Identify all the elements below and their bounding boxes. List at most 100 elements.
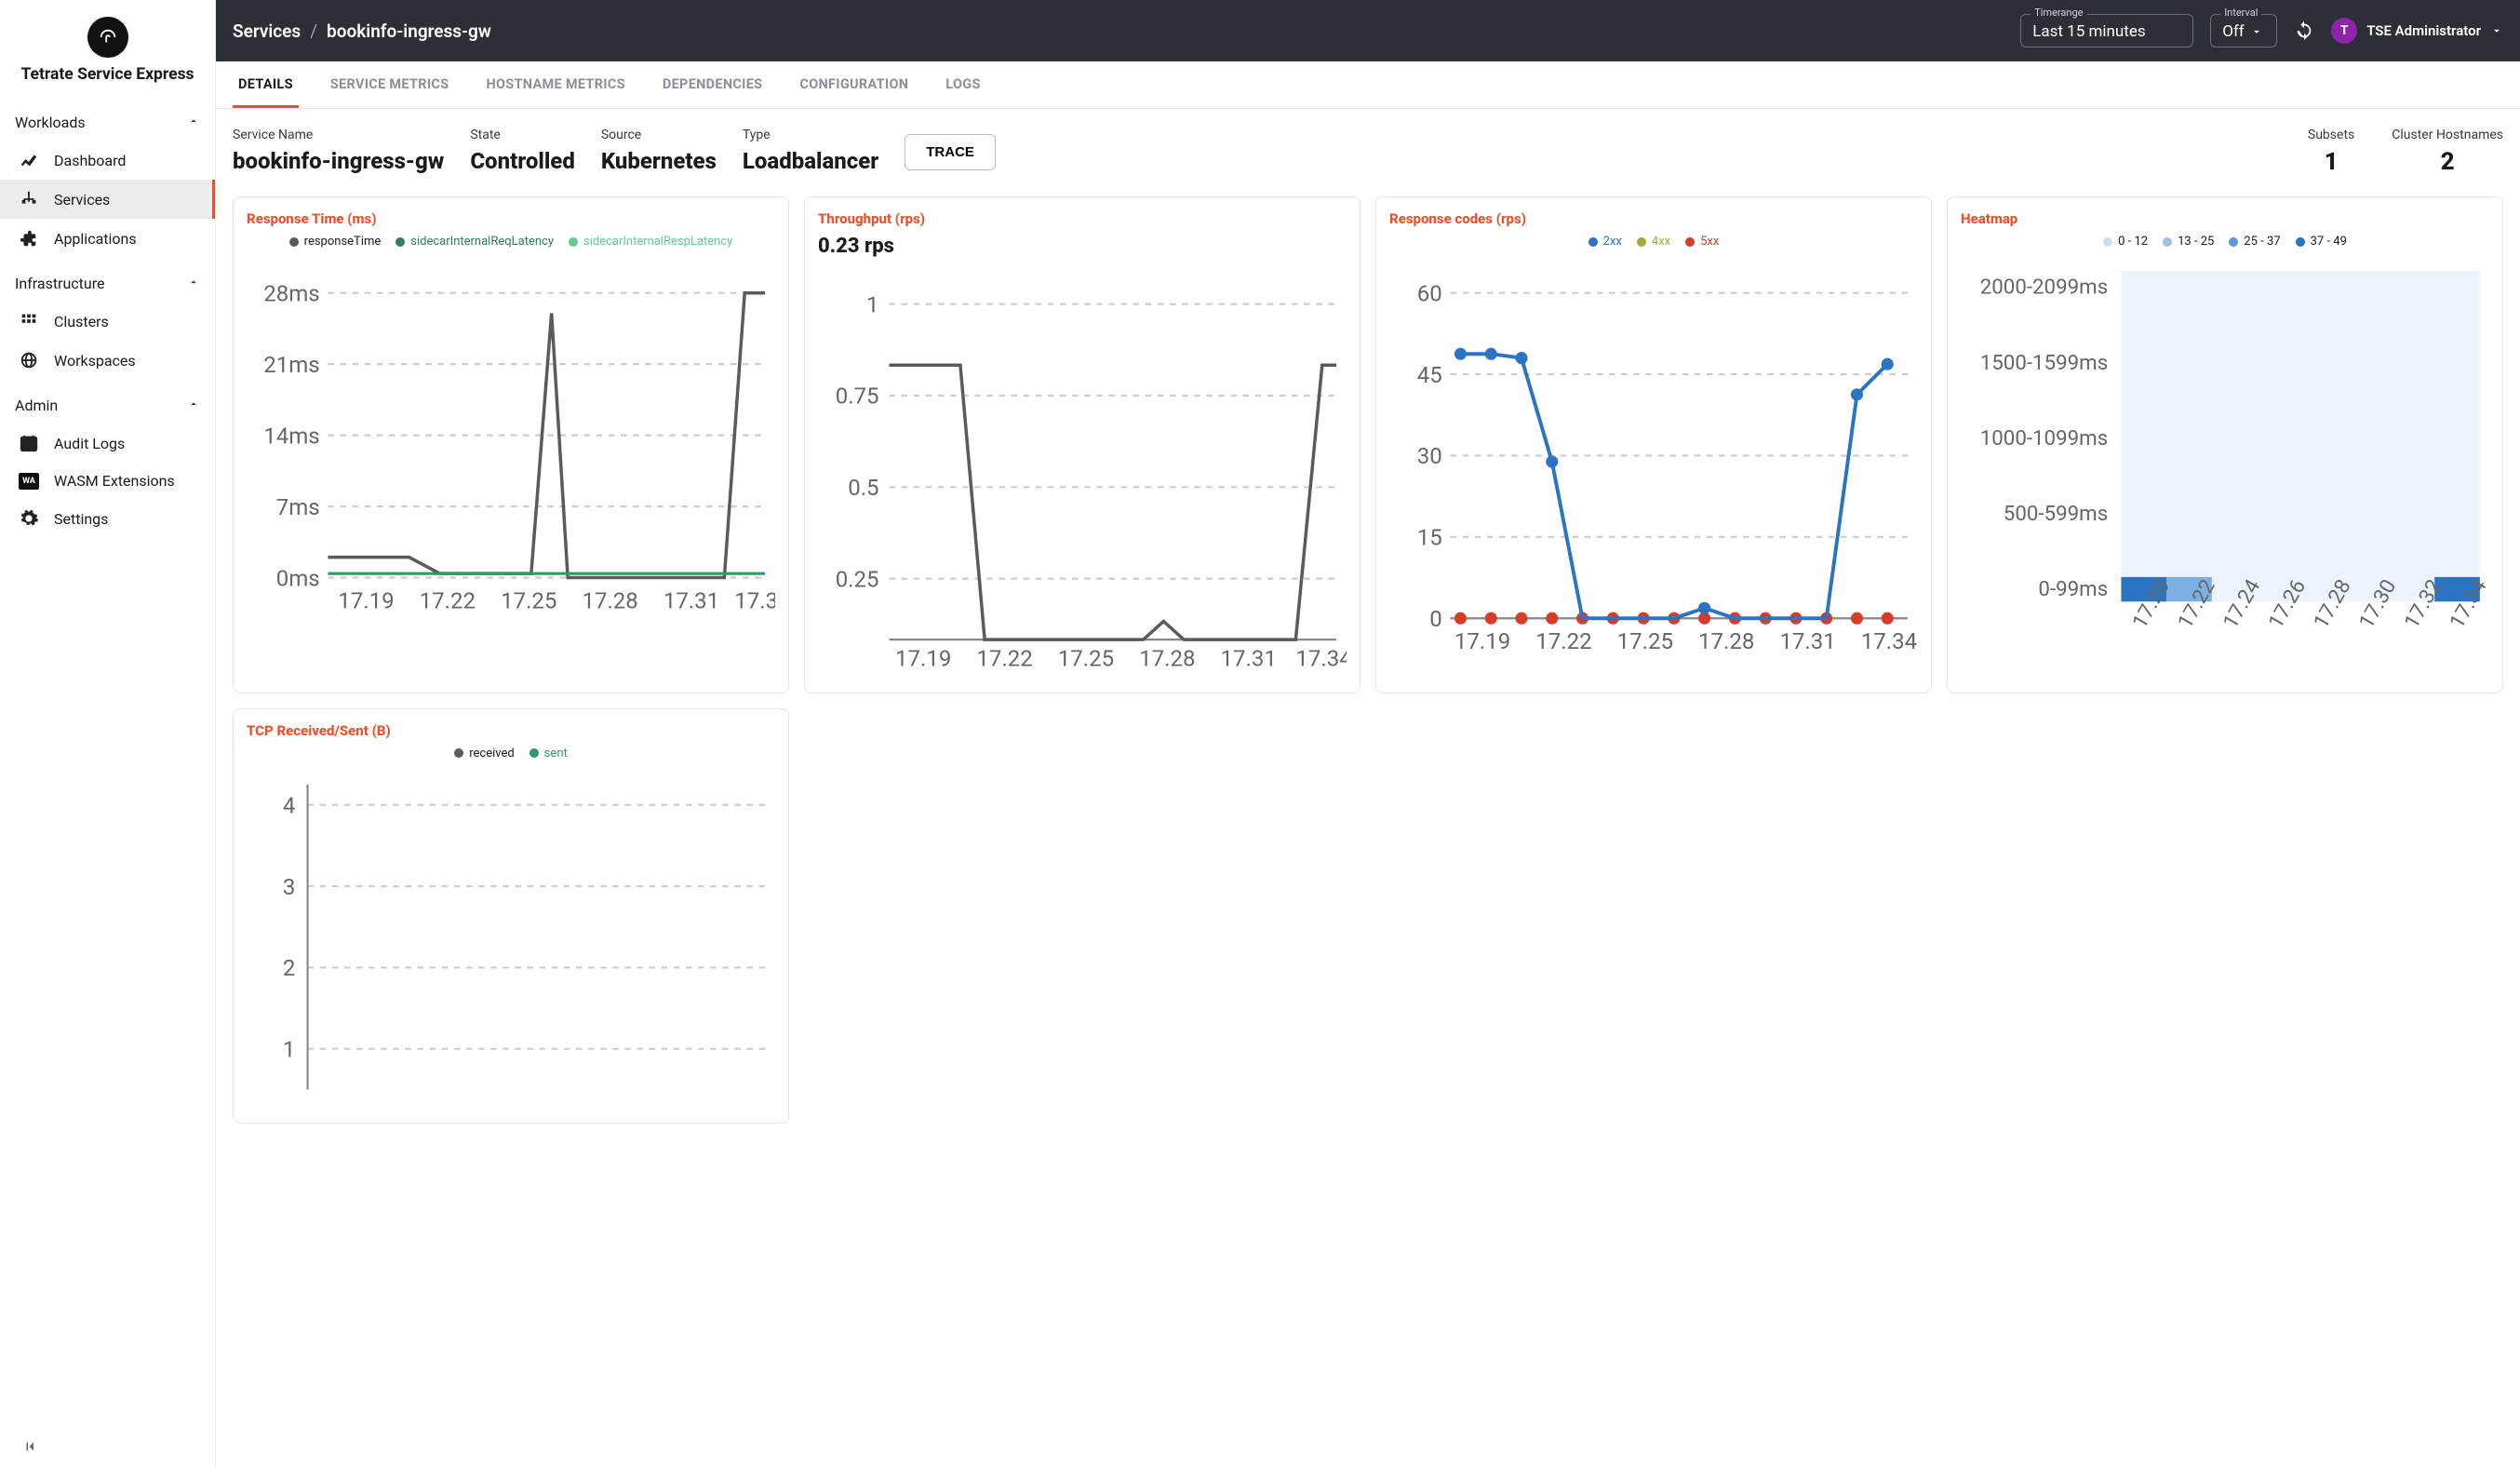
svg-text:1: 1 xyxy=(283,1036,296,1062)
legend-label: 13 - 25 xyxy=(2178,235,2214,249)
card-throughput: Throughput (rps) 0.23 rps 1 0.75 0.5 0.2… xyxy=(804,196,1361,693)
interval-selector[interactable]: Interval Off xyxy=(2210,14,2277,47)
card-title: Response codes (rps) xyxy=(1389,210,1918,227)
tab-details[interactable]: DETAILS xyxy=(233,61,299,108)
svg-text:1000-1099ms: 1000-1099ms xyxy=(1980,426,2108,451)
breadcrumb: Services / bookinfo-ingress-gw xyxy=(233,20,491,42)
tcp-chart: 4 3 2 1 xyxy=(247,764,775,1110)
puzzle-icon xyxy=(19,228,39,249)
svg-text:17.19: 17.19 xyxy=(895,646,951,670)
svg-text:0: 0 xyxy=(1429,606,1442,632)
svg-text:17.28: 17.28 xyxy=(1139,646,1195,670)
chevron-up-icon xyxy=(187,114,200,131)
heatmap-chart: 2000-2099ms 1500-1599ms 1000-1099ms 500-… xyxy=(1961,252,2489,667)
hostnames-value: 2 xyxy=(2392,148,2503,176)
svg-text:17.22: 17.22 xyxy=(420,587,476,613)
sidebar-item-services[interactable]: Services xyxy=(0,180,215,219)
legend-dot-icon xyxy=(454,748,463,758)
wa-badge-icon: WA xyxy=(19,473,39,490)
card-title: Throughput (rps) xyxy=(818,210,1347,227)
trace-button[interactable]: TRACE xyxy=(905,134,996,170)
avatar: T xyxy=(2331,18,2357,44)
svg-text:7ms: 7ms xyxy=(276,494,320,520)
card-response-codes: Response codes (rps) 2xx 4xx 5xx 60 45 xyxy=(1375,196,1932,693)
sitemap-icon xyxy=(19,189,39,209)
svg-text:0.75: 0.75 xyxy=(836,384,879,410)
legend-dot-icon xyxy=(2296,237,2305,247)
tab-hostname-metrics[interactable]: HOSTNAME METRICS xyxy=(480,61,630,108)
throughput-value: 0.23 rps xyxy=(818,235,1347,258)
interval-value: Off xyxy=(2222,22,2245,41)
legend-dot-icon xyxy=(1685,237,1695,247)
breadcrumb-separator: / xyxy=(310,20,317,42)
timerange-label: Timerange xyxy=(2031,7,2086,19)
breadcrumb-root[interactable]: Services xyxy=(233,20,301,42)
legend-label: 37 - 49 xyxy=(2311,235,2347,249)
subsets-value: 1 xyxy=(2308,148,2354,176)
legend: 0 - 12 13 - 25 25 - 37 37 - 49 xyxy=(1961,235,2489,249)
source-label: Source xyxy=(601,128,717,142)
svg-text:28ms: 28ms xyxy=(263,280,319,306)
sidebar-item-dashboard[interactable]: Dashboard xyxy=(0,141,215,180)
svg-text:2000-2099ms: 2000-2099ms xyxy=(1980,276,2108,300)
source-value: Kubernetes xyxy=(601,148,717,174)
chevron-down-icon xyxy=(2490,24,2503,37)
legend-dot-icon xyxy=(2229,237,2238,247)
legend-label: 5xx xyxy=(1700,235,1719,249)
info-row: Service Name bookinfo-ingress-gw State C… xyxy=(216,109,2520,183)
svg-text:2: 2 xyxy=(283,955,296,981)
user-menu[interactable]: T TSE Administrator xyxy=(2331,18,2503,44)
tab-dependencies[interactable]: DEPENDENCIES xyxy=(657,61,769,108)
nav-section-label: Admin xyxy=(15,397,58,414)
sidebar-item-applications[interactable]: Applications xyxy=(0,219,215,258)
timerange-selector[interactable]: Timerange Last 15 minutes xyxy=(2020,14,2193,47)
legend-label: responseTime xyxy=(304,235,382,249)
sidebar-item-audit-logs[interactable]: Audit Logs xyxy=(0,424,215,463)
brand: Tetrate Service Express xyxy=(0,11,215,101)
legend-dot-icon xyxy=(289,237,299,247)
legend-dot-icon xyxy=(395,237,405,247)
sidebar-item-label: Audit Logs xyxy=(54,435,125,452)
sidebar: Tetrate Service Express Workloads Dashbo… xyxy=(0,0,216,1467)
nav-section-admin[interactable]: Admin xyxy=(0,387,215,424)
svg-text:17.22: 17.22 xyxy=(1535,628,1591,654)
legend-dot-icon xyxy=(1588,237,1598,247)
legend-dot-icon xyxy=(529,748,539,758)
svg-text:15: 15 xyxy=(1417,525,1442,551)
sidebar-item-settings[interactable]: Settings xyxy=(0,499,215,538)
tab-configuration[interactable]: CONFIGURATION xyxy=(794,61,914,108)
sidebar-item-wasm-extensions[interactable]: WA WASM Extensions xyxy=(0,463,215,499)
svg-text:0.25: 0.25 xyxy=(836,566,879,592)
legend: responseTime sidecarInternalReqLatency s… xyxy=(247,235,775,249)
legend-label: 2xx xyxy=(1603,235,1622,249)
nav-section-infrastructure[interactable]: Infrastructure xyxy=(0,265,215,302)
svg-text:60: 60 xyxy=(1417,280,1442,306)
legend-label: 25 - 37 xyxy=(2244,235,2280,249)
sidebar-item-workspaces[interactable]: Workspaces xyxy=(0,341,215,380)
svg-text:17.34: 17.34 xyxy=(1295,646,1347,670)
card-title: TCP Received/Sent (B) xyxy=(247,722,775,739)
legend-label: sidecarInternalReqLatency xyxy=(410,235,554,249)
sidebar-collapse-button[interactable] xyxy=(22,1438,39,1460)
sidebar-item-label: Settings xyxy=(54,510,108,528)
sidebar-item-clusters[interactable]: Clusters xyxy=(0,302,215,341)
calendar-icon xyxy=(19,433,39,453)
interval-label: Interval xyxy=(2220,7,2261,19)
user-name: TSE Administrator xyxy=(2366,22,2481,39)
svg-text:17.31: 17.31 xyxy=(1221,646,1277,670)
legend-dot-icon xyxy=(2103,237,2112,247)
state-value: Controlled xyxy=(470,148,575,174)
tab-service-metrics[interactable]: SERVICE METRICS xyxy=(325,61,455,108)
tab-logs[interactable]: LOGS xyxy=(940,61,985,108)
svg-text:30: 30 xyxy=(1417,443,1442,469)
brand-logo-icon xyxy=(87,17,128,58)
nav-section-workloads[interactable]: Workloads xyxy=(0,104,215,141)
nav-section-label: Infrastructure xyxy=(15,275,104,292)
type-label: Type xyxy=(743,128,878,142)
svg-text:1500-1599ms: 1500-1599ms xyxy=(1980,351,2108,375)
svg-text:0ms: 0ms xyxy=(276,565,320,591)
refresh-button[interactable] xyxy=(2294,20,2314,41)
svg-text:17.19: 17.19 xyxy=(1454,628,1510,654)
sidebar-item-label: Services xyxy=(54,191,110,209)
service-name-label: Service Name xyxy=(233,128,444,142)
